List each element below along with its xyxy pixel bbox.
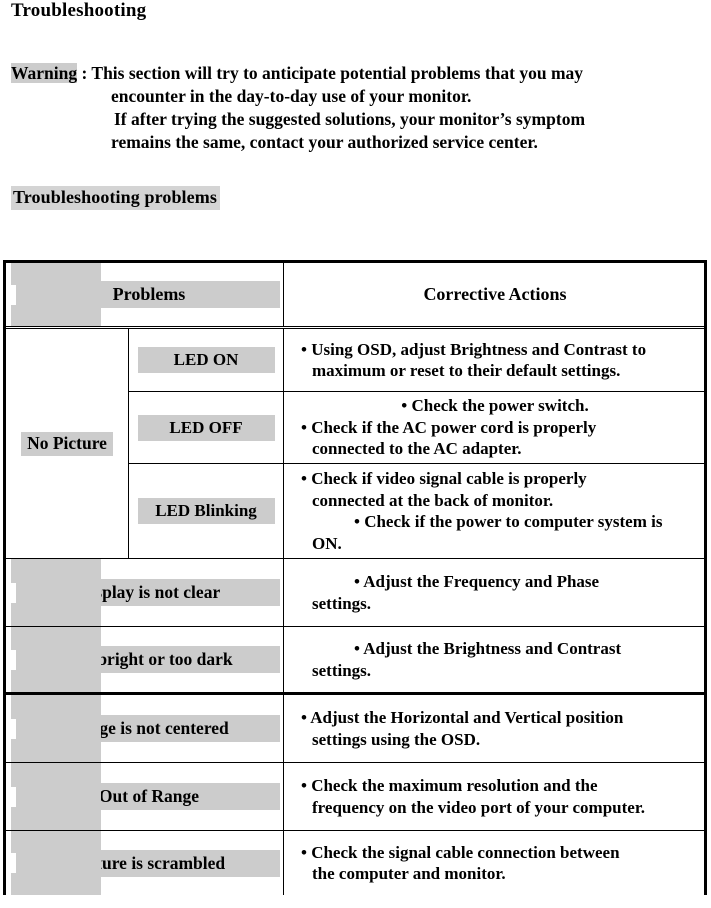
action-line: the computer and monitor.: [312, 864, 506, 883]
warning-separator: :: [77, 63, 92, 83]
warning-text-1: This section will try to anticipate pote…: [91, 63, 584, 83]
led-label-on: LED ON: [137, 347, 275, 373]
header-label-problems: Problems: [18, 281, 280, 308]
table-row-out-of-range: Out of Range • Check the maximum resolut…: [6, 763, 704, 831]
led-label-blinking: LED Blinking: [137, 498, 275, 524]
problem-label-too-bright-too-dark: Too bright or too dark: [18, 646, 280, 673]
action-line: • Check if the power to computer system …: [354, 512, 663, 531]
action-line: settings.: [312, 660, 372, 680]
grey-overlay-notch: [6, 853, 16, 873]
cell-problem-display-not-clear: Display is not clear: [6, 559, 283, 626]
cell-led-off: LED OFF: [128, 392, 283, 463]
problem-label-no-picture: No Picture: [21, 431, 113, 456]
table-row-led-off: LED OFF • Check the power switch. • Chec…: [128, 391, 704, 463]
section-heading: Troubleshooting problems: [11, 186, 220, 210]
action-line: • Using OSD, adjust Brightness and Contr…: [301, 339, 647, 359]
warning-text-4: remains the same, contact your authorize…: [111, 132, 538, 152]
table-row-led-on: LED ON • Using OSD, adjust Brightness an…: [128, 329, 704, 391]
warning-block: Warning : This section will try to antic…: [11, 62, 701, 154]
header-cell-corrective-actions: Corrective Actions: [283, 263, 704, 326]
grey-overlay-notch: [6, 786, 16, 807]
warning-text-2: encounter in the day-to-day use of your …: [111, 86, 472, 106]
warning-line-1: Warning : This section will try to antic…: [11, 62, 701, 85]
action-line: connected at the back of monitor.: [312, 490, 554, 510]
action-line: • Check if video signal cable is properl…: [301, 469, 587, 488]
grey-overlay-notch: [6, 284, 16, 305]
table-row-display-not-clear: Display is not clear • Adjust the Freque…: [6, 559, 704, 627]
action-line: settings.: [312, 593, 372, 613]
warning-label: Warning: [11, 63, 78, 83]
cell-action-out-of-range: • Check the maximum resolution and the f…: [283, 763, 704, 830]
header-cell-problems: Problems: [6, 263, 283, 326]
action-line: • Check if the AC power cord is properly: [301, 417, 597, 437]
cell-problem-image-not-centered: Image is not centered: [6, 695, 283, 762]
warning-text-3: If after trying the suggested solutions,…: [114, 109, 586, 129]
action-line: • Check the maximum resolution and the: [301, 776, 598, 795]
cell-action-display-not-clear: • Adjust the Frequency and Phase setting…: [283, 559, 704, 626]
table-row-too-bright-too-dark: Too bright or too dark • Adjust the Brig…: [6, 627, 704, 695]
cell-problem-picture-scrambled: Picture is scrambled: [6, 831, 283, 895]
table-row-no-picture-group: No Picture LED ON • Using OSD, adjust Br…: [6, 329, 704, 559]
cell-action-led-blinking: • Check if video signal cable is properl…: [283, 464, 704, 558]
cell-action-image-not-centered: • Adjust the Horizontal and Vertical pos…: [283, 695, 704, 762]
grey-overlay-notch: [6, 649, 16, 670]
troubleshooting-table: Problems Corrective Actions No Picture L…: [3, 260, 707, 895]
no-picture-subrows: LED ON • Using OSD, adjust Brightness an…: [128, 329, 704, 558]
page-title: Troubleshooting: [11, 0, 147, 21]
problem-label-display-not-clear: Display is not clear: [18, 579, 280, 606]
table-row-image-not-centered: Image is not centered • Adjust the Horiz…: [6, 695, 704, 763]
cell-action-led-off: • Check the power switch. • Check if the…: [283, 392, 704, 463]
table-row-led-blinking: LED Blinking • Check if video signal cab…: [128, 463, 704, 558]
action-line: settings using the OSD.: [312, 729, 481, 749]
action-line: • Adjust the Horizontal and Vertical pos…: [301, 708, 624, 727]
header-label-corrective-actions: Corrective Actions: [423, 284, 567, 304]
cell-led-on: LED ON: [128, 329, 283, 391]
action-line: • Check the power switch.: [401, 396, 589, 416]
cell-led-blinking: LED Blinking: [128, 464, 283, 558]
cell-action-led-on: • Using OSD, adjust Brightness and Contr…: [283, 329, 704, 391]
problem-label-image-not-centered: Image is not centered: [18, 715, 280, 742]
action-line: connected to the AC adapter.: [312, 439, 522, 459]
led-label-off: LED OFF: [137, 414, 275, 441]
action-line: ON.: [312, 533, 342, 553]
table-row-picture-scrambled: Picture is scrambled • Check the signal …: [6, 831, 704, 895]
table-header-row: Problems Corrective Actions: [6, 263, 704, 329]
problem-label-out-of-range: Out of Range: [18, 783, 280, 810]
grey-overlay-notch: [6, 718, 16, 739]
cell-action-too-bright-too-dark: • Adjust the Brightness and Contrast set…: [283, 627, 704, 692]
document-page: Troubleshooting Warning : This section w…: [0, 0, 711, 908]
grey-overlay-notch: [6, 582, 16, 603]
cell-problem-out-of-range: Out of Range: [6, 763, 283, 830]
action-line: • Adjust the Frequency and Phase: [354, 572, 600, 591]
action-line: frequency on the video port of your comp…: [312, 797, 646, 817]
action-line: • Adjust the Brightness and Contrast: [354, 639, 622, 658]
action-line: • Check the signal cable connection betw…: [301, 842, 620, 862]
action-line: maximum or reset to their default settin…: [312, 361, 621, 380]
cell-problem-too-bright-too-dark: Too bright or too dark: [6, 627, 283, 692]
cell-no-picture-label: No Picture: [6, 329, 128, 558]
problem-label-picture-scrambled: Picture is scrambled: [18, 849, 280, 877]
cell-action-picture-scrambled: • Check the signal cable connection betw…: [283, 831, 704, 895]
